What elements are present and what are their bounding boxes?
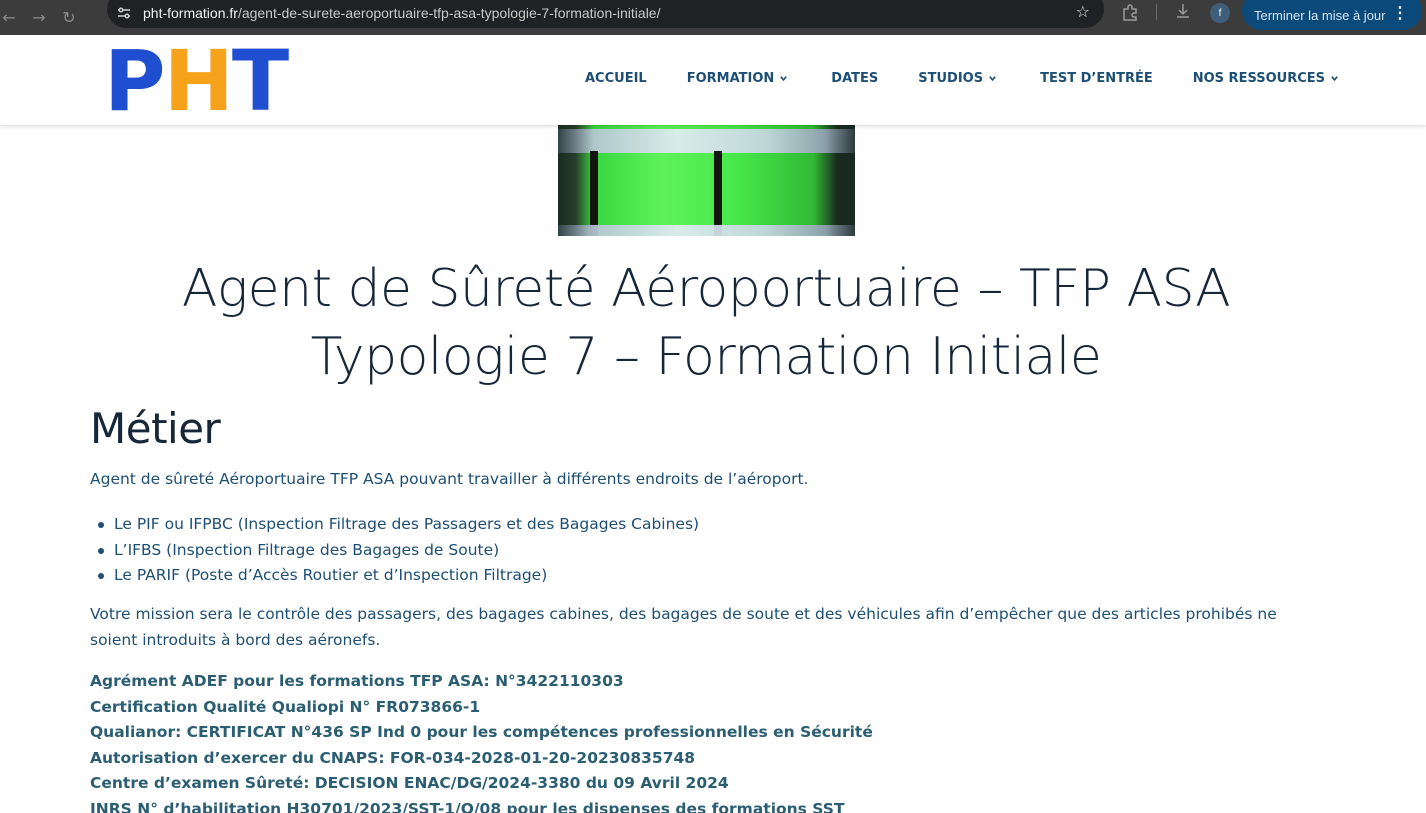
page-title: Agent de Sûreté Aéroportuaire – TFP ASA … bbox=[90, 255, 1322, 391]
menu-kebab-icon[interactable]: ⋮ bbox=[1392, 3, 1408, 23]
logo-letter-h: H bbox=[163, 32, 234, 130]
pht-logo[interactable]: P H T bbox=[104, 39, 289, 123]
nav-test-entree[interactable]: TEST D’ENTRÉE bbox=[1040, 71, 1153, 86]
chevron-down-icon bbox=[1331, 76, 1338, 82]
extensions-icon[interactable] bbox=[1121, 3, 1139, 21]
nav-dates[interactable]: DATES bbox=[831, 71, 878, 86]
reload-icon[interactable]: ↻ bbox=[54, 6, 84, 30]
site-header: P H T ACCUEIL FORMATION DATES STUDIOS TE… bbox=[0, 35, 1426, 125]
list-item: Le PIF ou IFPBC (Inspection Filtrage des… bbox=[97, 512, 699, 538]
logo-letter-t: T bbox=[231, 32, 289, 130]
chevron-down-icon bbox=[989, 76, 996, 82]
site-info-icon[interactable] bbox=[115, 4, 133, 22]
nav-formation[interactable]: FORMATION bbox=[687, 71, 789, 86]
page-title-line-2: Typologie 7 – Formation Initiale bbox=[310, 327, 1102, 387]
update-chrome-button[interactable]: Terminer la mise à jour ⋮ bbox=[1242, 0, 1422, 30]
credentials-block: Agrément ADEF pour les formations TFP AS… bbox=[90, 669, 873, 813]
credential-line: Agrément ADEF pour les formations TFP AS… bbox=[90, 672, 624, 690]
section-title-metier: Métier bbox=[90, 404, 221, 453]
chevron-down-icon bbox=[780, 76, 788, 82]
reflective-stripe bbox=[558, 225, 855, 236]
list-item: Le PARIF (Poste d’Accès Routier et d’Ins… bbox=[97, 563, 699, 589]
back-arrow-icon[interactable]: ← bbox=[0, 6, 24, 30]
profile-avatar[interactable]: f bbox=[1210, 3, 1230, 23]
credential-line: Centre d’examen Sûreté: DECISION ENAC/DG… bbox=[90, 774, 729, 792]
main-navigation: ACCUEIL FORMATION DATES STUDIOS TEST D’E… bbox=[585, 71, 1339, 86]
download-icon[interactable] bbox=[1174, 2, 1192, 20]
bookmark-star-icon[interactable]: ☆ bbox=[1076, 2, 1090, 21]
intro-paragraph: Agent de sûreté Aéroportuaire TFP ASA po… bbox=[90, 470, 809, 488]
list-item: L’IFBS (Inspection Filtrage des Bagages … bbox=[97, 538, 699, 564]
credential-line: Autorisation d’exercer du CNAPS: FOR-034… bbox=[90, 748, 696, 767]
safety-vest-image bbox=[558, 125, 855, 236]
address-bar[interactable]: pht-formation.fr/agent-de-surete-aeropor… bbox=[107, 0, 1104, 28]
logo-letter-p: P bbox=[104, 32, 166, 130]
url-text: pht-formation.fr/agent-de-surete-aeropor… bbox=[143, 5, 661, 21]
nav-studios[interactable]: STUDIOS bbox=[918, 71, 997, 86]
workplaces-list: Le PIF ou IFPBC (Inspection Filtrage des… bbox=[97, 512, 699, 589]
credential-line: Qualianor: CERTIFICAT N°436 SP Ind 0 pou… bbox=[90, 723, 873, 741]
toolbar-separator bbox=[1156, 4, 1157, 20]
nav-nos-ressources[interactable]: NOS RESSOURCES bbox=[1193, 71, 1339, 86]
browser-toolbar: ← → ↻ pht-formation.fr/agent-de-surete-a… bbox=[0, 0, 1426, 35]
vest-strap bbox=[714, 151, 722, 236]
page-title-line-1: Agent de Sûreté Aéroportuaire – TFP ASA bbox=[181, 259, 1231, 319]
mission-paragraph: Votre mission sera le contrôle des passa… bbox=[90, 605, 1277, 649]
forward-arrow-icon[interactable]: → bbox=[24, 6, 54, 30]
credential-line: Certification Qualité Qualiopi N° FR0738… bbox=[90, 697, 481, 716]
reflective-stripe bbox=[558, 129, 855, 153]
vest-strap bbox=[590, 151, 598, 236]
credential-line: INRS N° d’habilitation H30701/2023/SST-1… bbox=[90, 799, 845, 813]
nav-accueil[interactable]: ACCUEIL bbox=[585, 71, 647, 86]
